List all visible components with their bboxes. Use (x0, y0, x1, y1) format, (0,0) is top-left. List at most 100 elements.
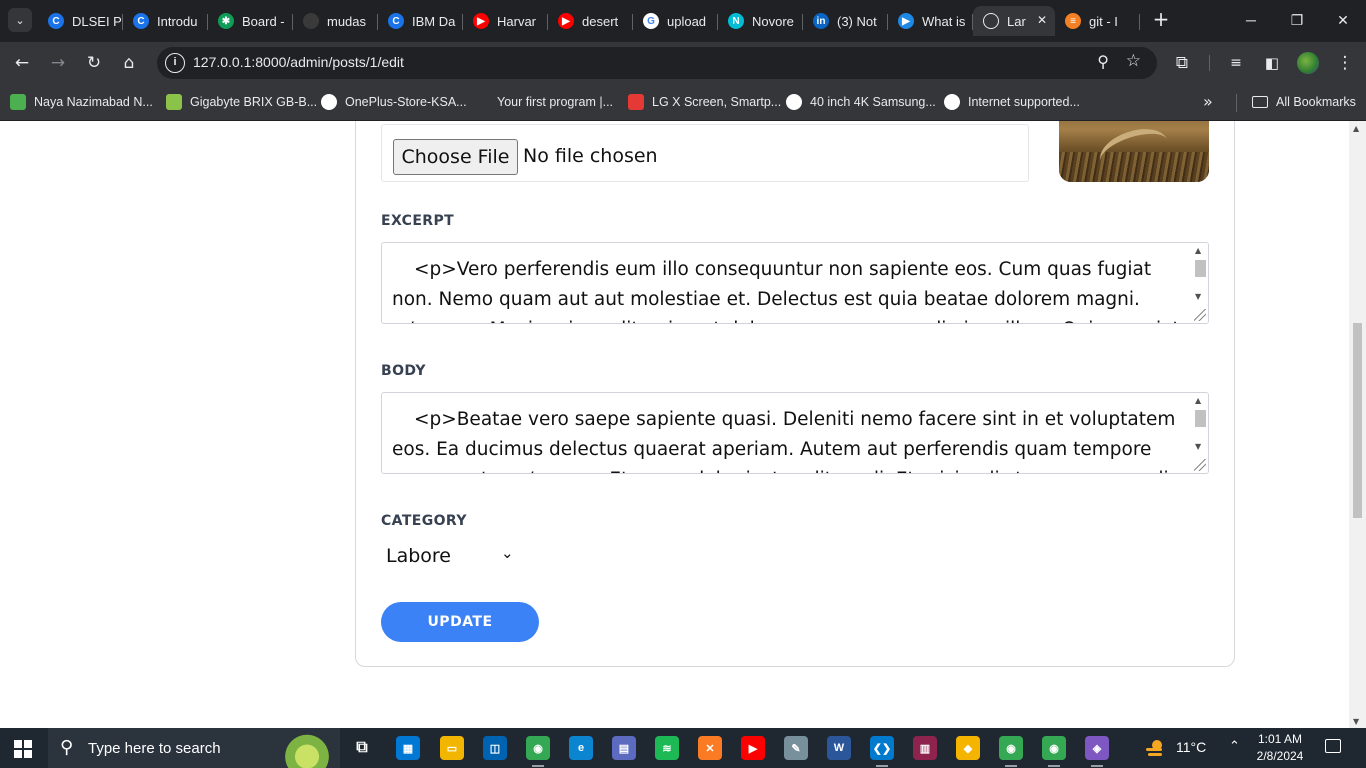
task-view-icon[interactable]: ⧉ (350, 736, 374, 760)
system-clock[interactable]: 1:01 AM 2/8/2024 (1252, 731, 1308, 765)
resize-grip-icon[interactable] (1194, 309, 1206, 321)
menu-kebab-icon[interactable]: ⋮ (1333, 51, 1357, 75)
minimize-button[interactable]: ─ (1228, 6, 1274, 34)
windows-start-icon[interactable] (14, 740, 32, 758)
n-icon: N (728, 13, 744, 29)
xampp-icon[interactable]: ✕ (698, 736, 722, 760)
browser-tab[interactable]: Gupload (633, 6, 718, 36)
bookmark-item[interactable]: LG X Screen, Smartp... (628, 92, 781, 112)
address-bar[interactable]: i 127.0.0.1:8000/admin/posts/1/edit ⚲ ☆ (157, 47, 1157, 79)
browser-tab[interactable]: in (3) Not (803, 6, 888, 36)
bookmarks-overflow-icon[interactable]: » (1203, 92, 1213, 111)
youtube-icon[interactable]: ▶ (741, 736, 765, 760)
blank-icon (473, 94, 489, 110)
scroll-down-arrow-icon[interactable]: ▼ (1195, 292, 1201, 301)
browser-tab[interactable]: ▶ Harvar (463, 6, 548, 36)
taskbar-search-box[interactable]: ⚲ Type here to search (48, 728, 340, 768)
excerpt-text[interactable]: <p>Vero perferendis eum illo consequuntu… (392, 255, 1187, 323)
notification-center-icon[interactable] (1325, 739, 1341, 753)
extensions-icon[interactable]: ⧉ (1170, 51, 1194, 75)
resize-grip-icon[interactable] (1194, 459, 1206, 471)
back-arrow-icon[interactable]: ← (10, 51, 34, 75)
spotify-icon[interactable]: ≋ (655, 736, 679, 760)
scroll-down-arrow-icon[interactable]: ▼ (1353, 717, 1359, 726)
taskbar-search-placeholder[interactable]: Type here to search (88, 740, 221, 757)
tab-label: Introdu (157, 13, 198, 29)
browser-tab[interactable]: C IBM Da (378, 6, 463, 36)
forward-arrow-icon[interactable]: → (46, 51, 70, 75)
page-scrollbar[interactable]: ▲ ▼ (1349, 121, 1366, 728)
close-window-button[interactable]: ✕ (1320, 6, 1366, 34)
bookmark-item[interactable]: 40 inch 4K Samsung... (786, 92, 936, 112)
temperature-text[interactable]: 11°C (1176, 739, 1206, 755)
side-panel-icon[interactable]: ◧ (1260, 51, 1284, 75)
github-icon (303, 13, 319, 29)
bookmark-star-icon[interactable]: ☆ (1126, 51, 1141, 71)
edge-icon[interactable]: e (569, 736, 593, 760)
tab-search-chevron-icon[interactable]: ⌄ (8, 8, 32, 32)
bookmark-item[interactable]: Your first program |... (473, 92, 613, 112)
browser-tab[interactable]: ▶ desert (548, 6, 633, 36)
winrar-icon[interactable]: ▥ (913, 736, 937, 760)
excerpt-scroll-thumb[interactable] (1195, 260, 1206, 277)
new-tab-button[interactable]: + (1150, 8, 1172, 30)
tab-label: desert (582, 13, 619, 29)
tab-active[interactable]: Lar ✕ (973, 6, 1055, 36)
close-tab-icon[interactable]: ✕ (1037, 13, 1047, 27)
scroll-up-arrow-icon[interactable]: ▲ (1195, 396, 1201, 405)
home-icon[interactable]: ⌂ (117, 51, 141, 75)
all-bookmarks-button[interactable]: All Bookmarks (1252, 92, 1356, 112)
zoom-icon[interactable]: ⚲ (1097, 52, 1109, 71)
chrome-icon[interactable]: ◉ (526, 736, 550, 767)
choose-file-button[interactable]: Choose File (393, 139, 518, 175)
excerpt-textarea[interactable]: <p>Vero perferendis eum illo consequuntu… (381, 242, 1209, 324)
update-button[interactable]: UPDATE (381, 602, 539, 642)
file-explorer-icon[interactable]: ▭ (440, 736, 464, 760)
network-icon[interactable]: ▤ (612, 736, 636, 760)
duck-icon[interactable]: ◆ (956, 736, 980, 760)
tab-label: (3) Not (837, 13, 877, 29)
git-icon[interactable]: ◈ (1085, 736, 1109, 767)
profile-avatar[interactable] (1297, 52, 1319, 74)
file-status-text: No file chosen (523, 145, 658, 167)
scroll-up-arrow-icon[interactable]: ▲ (1353, 124, 1359, 133)
app-icon[interactable]: ◫ (483, 736, 507, 760)
weather-icon[interactable] (1144, 737, 1166, 759)
tab-label: Harvar (497, 13, 537, 29)
tab-strip: ⌄ C DLSEI P C Introdu ✱ Board - mudas C IBM Da ▶ H… (0, 0, 1366, 42)
category-select[interactable]: Labore ⌄ (381, 539, 521, 575)
browser-tab[interactable]: mudas (293, 6, 378, 36)
chrome-profile-icon[interactable]: ◉ (999, 736, 1023, 767)
browser-tab[interactable]: ✱ Board - (208, 6, 293, 36)
browser-tab[interactable]: ≡ git - I (1055, 6, 1140, 36)
body-text[interactable]: <p>Beatae vero saepe sapiente quasi. Del… (392, 405, 1187, 473)
image-file-input[interactable]: Choose File No file chosen (381, 124, 1029, 182)
chrome-icon-2[interactable]: ◉ (1042, 736, 1066, 767)
reload-icon[interactable]: ↻ (82, 51, 106, 75)
browser-tab[interactable]: ▶ What is (888, 6, 973, 36)
scroll-down-arrow-icon[interactable]: ▼ (1195, 442, 1201, 451)
tab-list: C DLSEI P C Introdu ✱ Board - mudas C IBM Da ▶ Har… (38, 6, 1140, 36)
url-text[interactable]: 127.0.0.1:8000/admin/posts/1/edit (193, 54, 404, 70)
body-textarea[interactable]: <p>Beatae vero saepe sapiente quasi. Del… (381, 392, 1209, 474)
tray-chevron-up-icon[interactable]: ⌃ (1229, 739, 1240, 754)
bookmark-item[interactable]: Gigabyte BRIX GB-B... (166, 92, 317, 112)
bookmark-item[interactable]: Internet supported... (944, 92, 1080, 112)
scroll-up-arrow-icon[interactable]: ▲ (1195, 246, 1201, 255)
browser-tab[interactable]: C DLSEI P (38, 6, 123, 36)
clock-date: 2/8/2024 (1256, 749, 1304, 763)
word-icon[interactable]: W (827, 736, 851, 760)
body-scroll-thumb[interactable] (1195, 410, 1206, 427)
tab-label: IBM Da (412, 13, 456, 29)
vscode-icon[interactable]: ❮❯ (870, 736, 894, 767)
media-control-icon[interactable]: ≡ (1224, 51, 1248, 75)
browser-tab[interactable]: N Novore (718, 6, 803, 36)
bookmark-item[interactable]: Naya Nazimabad N... (10, 92, 153, 112)
bookmark-item[interactable]: OnePlus-Store-KSA... (321, 92, 467, 112)
store-icon[interactable]: ▦ (396, 736, 420, 760)
browser-tab[interactable]: C Introdu (123, 6, 208, 36)
notepad-icon[interactable]: ✎ (784, 736, 808, 760)
site-info-icon[interactable]: i (165, 53, 185, 73)
maximize-button[interactable]: ❐ (1274, 6, 1320, 34)
page-scroll-thumb[interactable] (1353, 323, 1362, 518)
